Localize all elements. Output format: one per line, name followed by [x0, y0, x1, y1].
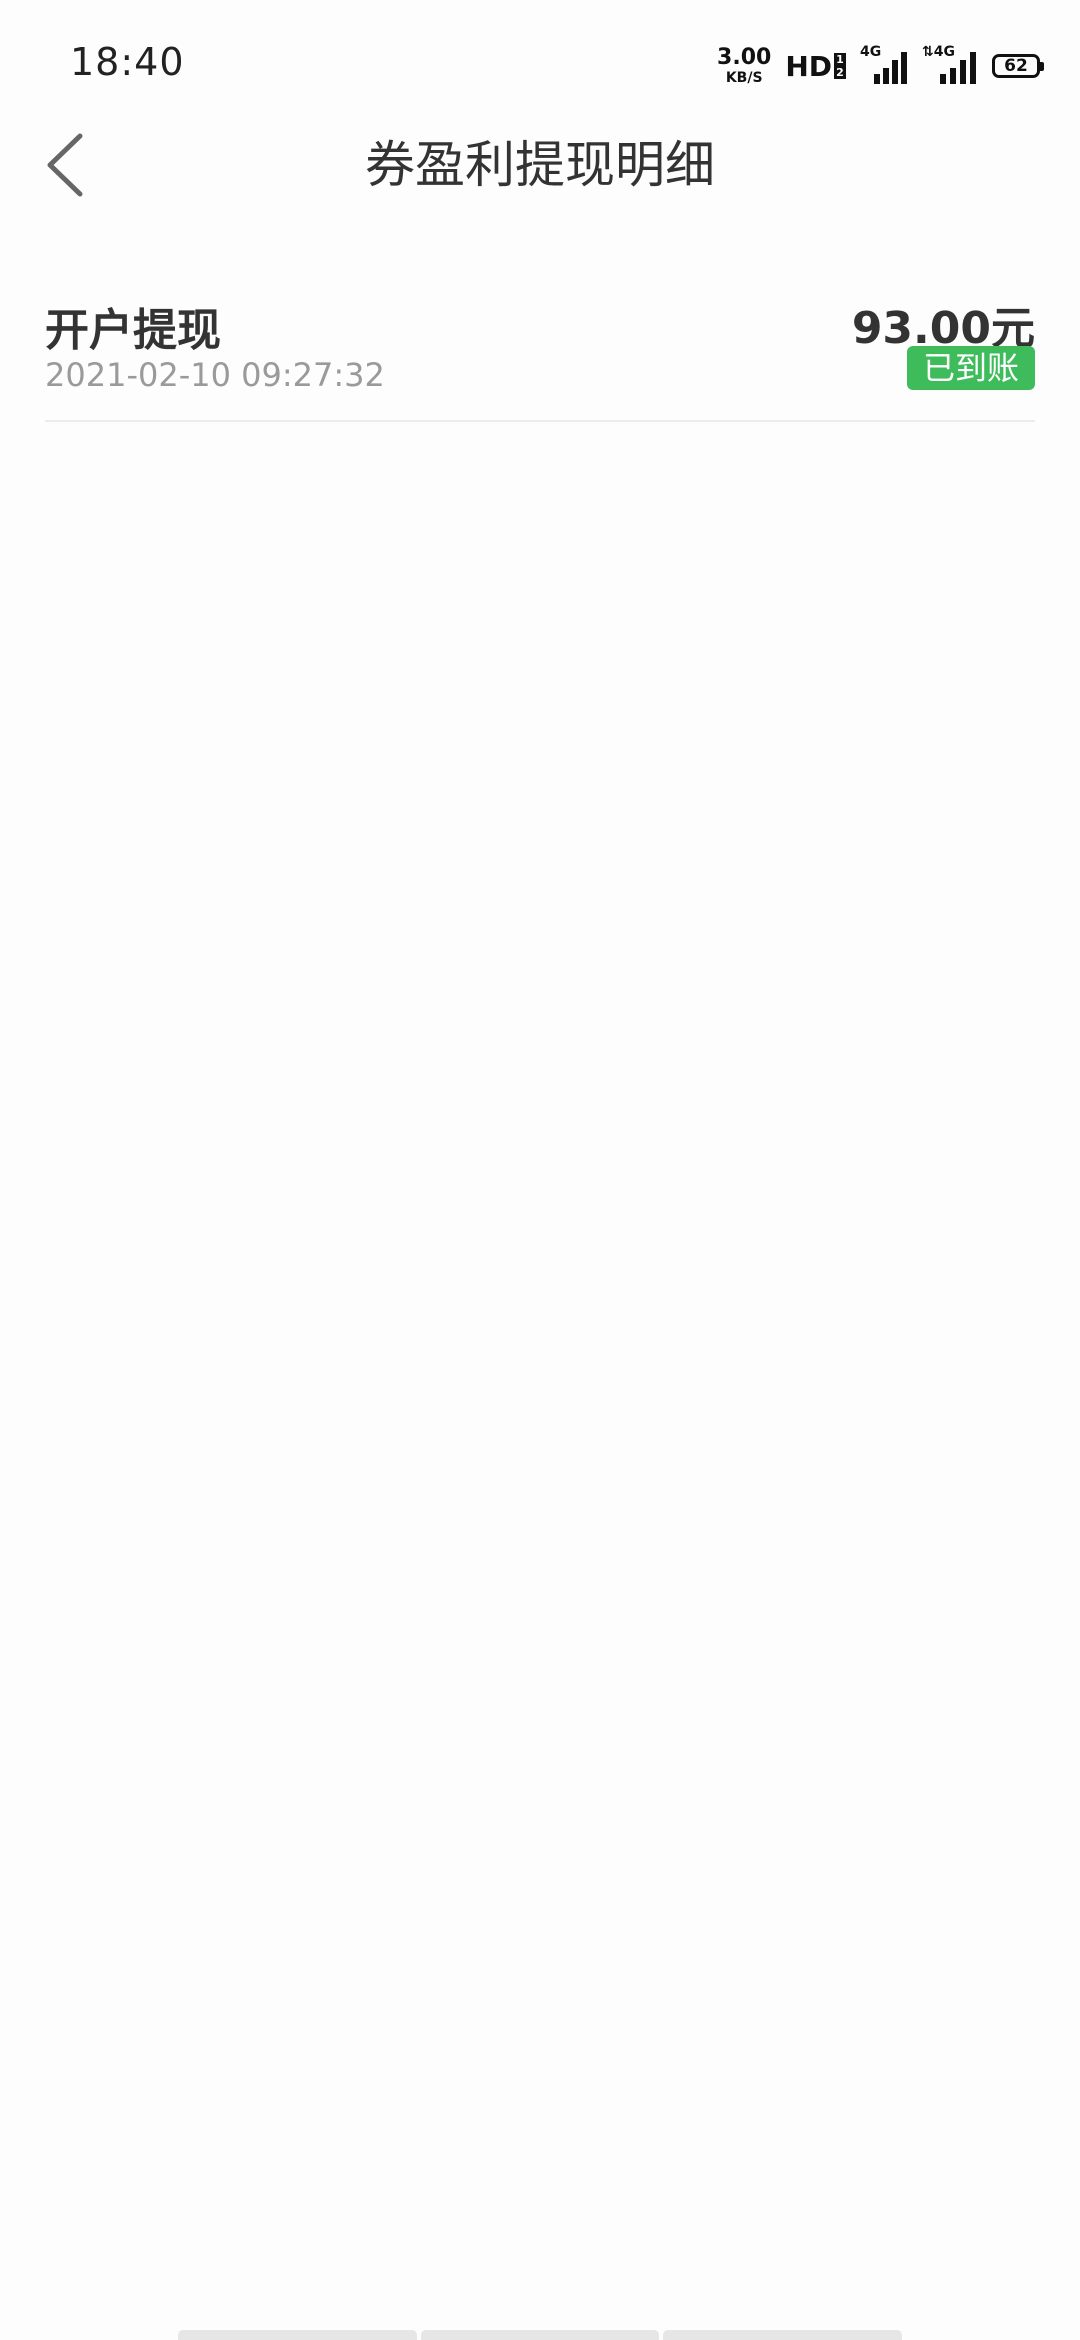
- network-speed: 3.00 KB/S: [717, 45, 772, 86]
- network-speed-value: 3.00: [717, 45, 772, 70]
- status-badge: 已到账: [906, 346, 1035, 390]
- signal-1-label: 4G: [860, 44, 882, 60]
- cell-signal-icon: ⇅4G: [922, 44, 978, 84]
- cell-signal-icon: 4G: [860, 44, 908, 84]
- battery-level: 62: [1004, 56, 1028, 76]
- gesture-navigation-bar[interactable]: [178, 2330, 903, 2340]
- hd-voice-icon: HD 12: [785, 50, 846, 83]
- record-time: 2021-02-10 09:27:32: [45, 356, 385, 394]
- withdrawal-record-list: 开户提现 2021-02-10 09:27:32 93.00元 已到账: [45, 280, 1035, 422]
- network-speed-unit: KB/S: [725, 70, 763, 86]
- signal-2-label: ⇅4G: [922, 44, 955, 60]
- gesture-hint-center[interactable]: [420, 2330, 660, 2340]
- record-title: 开户提现: [45, 305, 221, 356]
- list-item[interactable]: 开户提现 2021-02-10 09:27:32 93.00元 已到账: [45, 280, 1035, 422]
- page-title: 券盈利提现明细: [365, 136, 715, 194]
- status-bar: 18:40 3.00 KB/S HD 12 4G ⇅4G 62: [0, 0, 1080, 130]
- battery-icon: 62: [992, 54, 1044, 78]
- status-icons: 3.00 KB/S HD 12 4G ⇅4G 62: [717, 44, 1044, 88]
- app-header: 券盈利提现明细: [0, 120, 1080, 210]
- hd-label: HD: [785, 49, 832, 83]
- gesture-hint-right[interactable]: [663, 2330, 903, 2340]
- gesture-hint-left[interactable]: [178, 2330, 417, 2340]
- status-time: 18:40: [70, 40, 185, 84]
- hd-sim-indicator: 12: [834, 53, 846, 79]
